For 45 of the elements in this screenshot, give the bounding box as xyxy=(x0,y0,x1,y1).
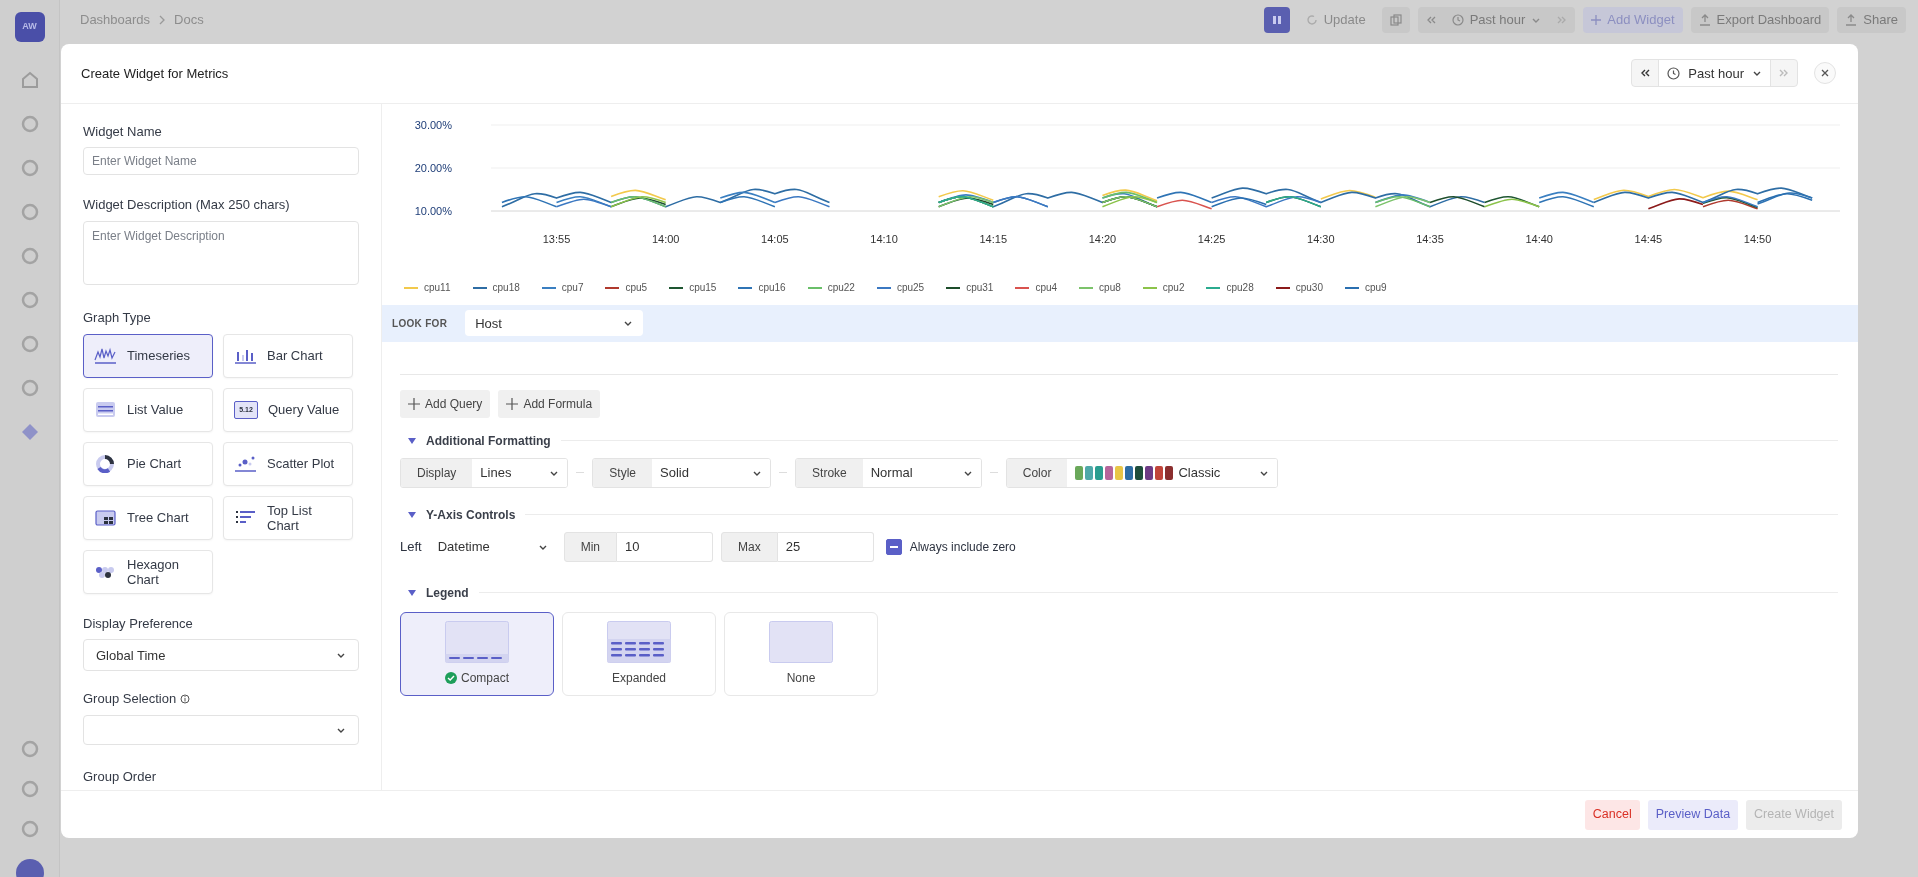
dialog-title: Create Widget for Metrics xyxy=(81,64,229,83)
field-label: Widget Name xyxy=(83,122,162,141)
x-axis-label: 14:20 xyxy=(1088,232,1117,245)
y-axis-label: 10.00% xyxy=(414,204,452,217)
field-label: Widget Description (Max 250 chars) xyxy=(83,196,290,215)
field-label: Max xyxy=(721,531,778,562)
legend-label: cpu4 xyxy=(1035,281,1058,296)
legend-label: cpu16 xyxy=(758,281,786,296)
field-label: Min xyxy=(563,531,618,562)
x-axis-label: 14:45 xyxy=(1634,232,1663,245)
y-axis-label: 30.00% xyxy=(414,118,452,131)
legend-label: cpu2 xyxy=(1162,281,1185,296)
legend-label: cpu31 xyxy=(966,281,994,296)
field-label: Group Selection xyxy=(83,690,177,709)
section-title: Additional Formatting xyxy=(426,432,551,450)
y-axis-label: 20.00% xyxy=(414,161,452,174)
legend-label: cpu7 xyxy=(561,281,584,296)
x-axis-label: 14:50 xyxy=(1743,232,1772,245)
legend-label: cpu30 xyxy=(1295,281,1323,296)
legend-label: cpu28 xyxy=(1226,281,1254,296)
x-axis-label: 14:40 xyxy=(1525,232,1553,245)
x-axis-label: 14:30 xyxy=(1307,232,1335,245)
look-for-label: LOOK FOR xyxy=(392,316,448,331)
x-axis-label: 14:25 xyxy=(1197,232,1226,245)
x-axis-label: 13:55 xyxy=(542,232,571,245)
field-label: Group Order xyxy=(83,767,156,786)
section-title: Y-Axis Controls xyxy=(426,506,516,524)
legend-label: cpu18 xyxy=(492,281,520,296)
legend-label: cpu8 xyxy=(1099,281,1121,296)
legend-label: cpu15 xyxy=(689,281,717,296)
field-label: Graph Type xyxy=(83,309,151,328)
x-axis-label: 14:00 xyxy=(651,232,680,245)
legend-label: cpu9 xyxy=(1364,281,1387,296)
axis-side-label: Left xyxy=(400,538,422,557)
checkbox-label: Always include zero xyxy=(909,538,1016,556)
legend-label: cpu5 xyxy=(625,281,648,296)
x-axis-label: 14:15 xyxy=(979,232,1008,245)
legend-label: cpu25 xyxy=(896,281,925,296)
x-axis-label: 14:10 xyxy=(870,232,898,245)
legend-label: cpu11 xyxy=(424,281,451,296)
field-label: Display Preference xyxy=(83,614,193,633)
x-axis-label: 14:35 xyxy=(1416,232,1444,245)
x-axis-label: 14:05 xyxy=(761,232,789,245)
legend-label: cpu22 xyxy=(827,281,855,296)
section-title: Legend xyxy=(426,584,469,602)
